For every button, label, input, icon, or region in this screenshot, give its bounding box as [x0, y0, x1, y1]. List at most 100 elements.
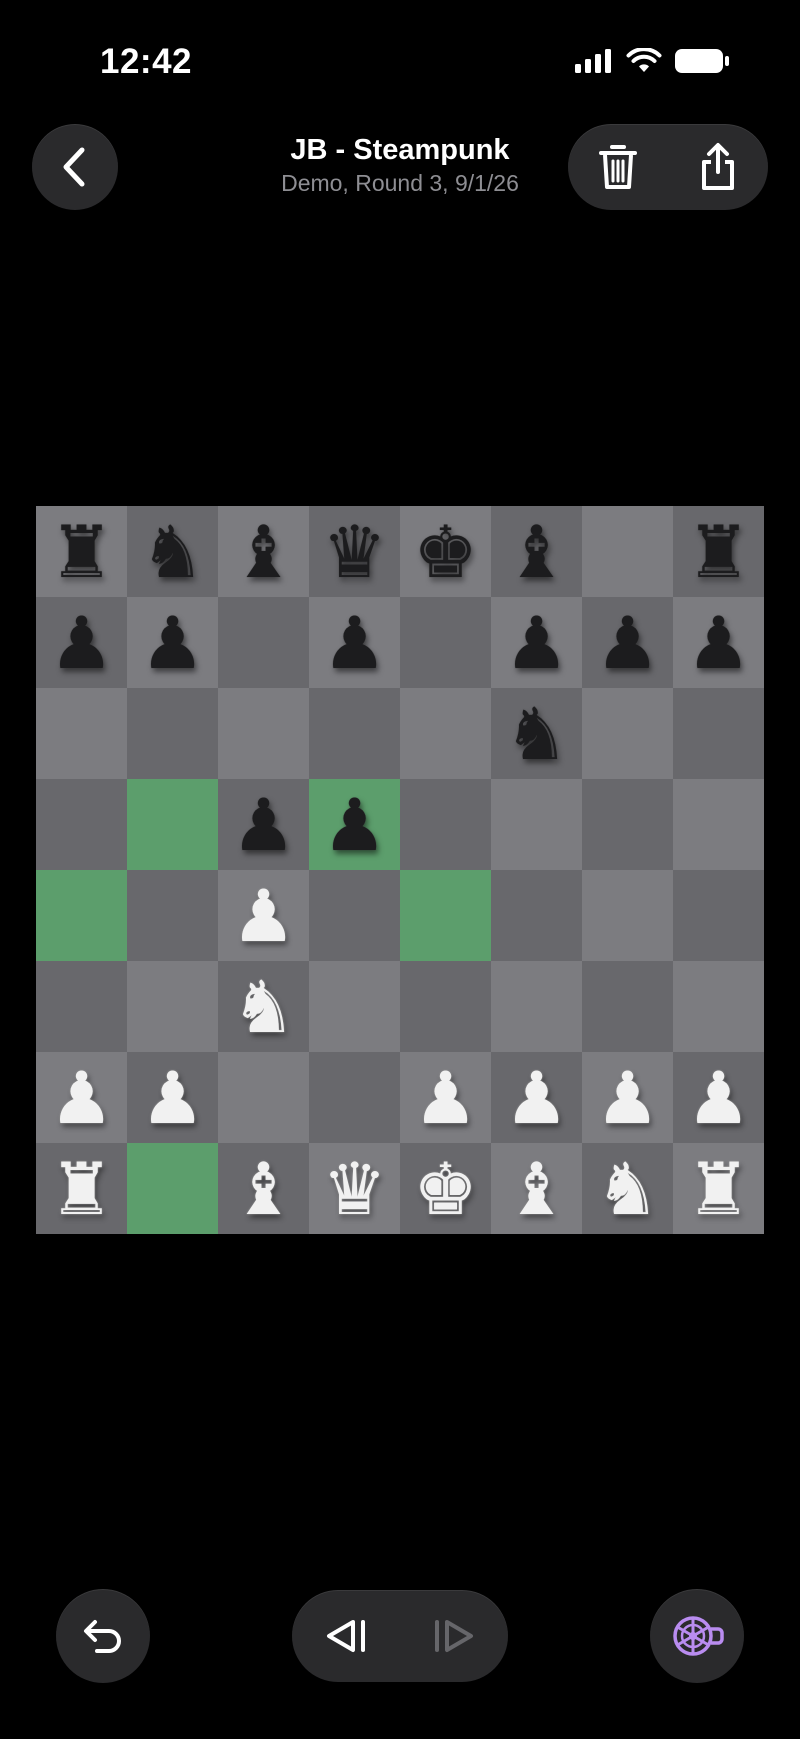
white-pawn-icon[interactable]: ♟ — [49, 1062, 114, 1134]
square-f5[interactable] — [491, 779, 582, 870]
square-e6[interactable] — [400, 688, 491, 779]
previous-move-button[interactable] — [301, 1596, 391, 1676]
square-d6[interactable] — [309, 688, 400, 779]
square-a2[interactable]: ♟ — [36, 1052, 127, 1143]
black-king-icon[interactable]: ♚ — [413, 516, 478, 588]
square-f7[interactable]: ♟ — [491, 597, 582, 688]
delete-button[interactable] — [578, 127, 658, 207]
white-knight-icon[interactable]: ♞ — [231, 971, 296, 1043]
square-f8[interactable]: ♝ — [491, 506, 582, 597]
square-f6[interactable]: ♞ — [491, 688, 582, 779]
square-h3[interactable] — [673, 961, 764, 1052]
square-c3[interactable]: ♞ — [218, 961, 309, 1052]
square-e8[interactable]: ♚ — [400, 506, 491, 597]
square-d7[interactable]: ♟ — [309, 597, 400, 688]
square-d8[interactable]: ♛ — [309, 506, 400, 597]
square-h1[interactable]: ♜ — [673, 1143, 764, 1234]
black-pawn-icon[interactable]: ♟ — [231, 789, 296, 861]
square-h2[interactable]: ♟ — [673, 1052, 764, 1143]
square-g8[interactable] — [582, 506, 673, 597]
white-rook-icon[interactable]: ♜ — [49, 1153, 114, 1225]
black-pawn-icon[interactable]: ♟ — [140, 607, 205, 679]
square-g6[interactable] — [582, 688, 673, 779]
square-f4[interactable] — [491, 870, 582, 961]
square-g4[interactable] — [582, 870, 673, 961]
black-knight-icon[interactable]: ♞ — [504, 698, 569, 770]
white-king-icon[interactable]: ♚ — [413, 1153, 478, 1225]
square-b2[interactable]: ♟ — [127, 1052, 218, 1143]
square-d3[interactable] — [309, 961, 400, 1052]
black-rook-icon[interactable]: ♜ — [49, 516, 114, 588]
square-a7[interactable]: ♟ — [36, 597, 127, 688]
square-d1[interactable]: ♛ — [309, 1143, 400, 1234]
back-button[interactable] — [32, 124, 118, 210]
black-pawn-icon[interactable]: ♟ — [49, 607, 114, 679]
square-b8[interactable]: ♞ — [127, 506, 218, 597]
white-pawn-icon[interactable]: ♟ — [686, 1062, 751, 1134]
white-rook-icon[interactable]: ♜ — [686, 1153, 751, 1225]
square-c4[interactable]: ♟ — [218, 870, 309, 961]
square-c5[interactable]: ♟ — [218, 779, 309, 870]
square-a6[interactable] — [36, 688, 127, 779]
white-pawn-icon[interactable]: ♟ — [595, 1062, 660, 1134]
square-a4[interactable] — [36, 870, 127, 961]
square-d2[interactable] — [309, 1052, 400, 1143]
square-h5[interactable] — [673, 779, 764, 870]
square-e7[interactable] — [400, 597, 491, 688]
square-g2[interactable]: ♟ — [582, 1052, 673, 1143]
square-b5[interactable] — [127, 779, 218, 870]
square-b7[interactable]: ♟ — [127, 597, 218, 688]
square-c8[interactable]: ♝ — [218, 506, 309, 597]
square-g1[interactable]: ♞ — [582, 1143, 673, 1234]
square-e3[interactable] — [400, 961, 491, 1052]
white-bishop-icon[interactable]: ♝ — [231, 1153, 296, 1225]
square-e4[interactable] — [400, 870, 491, 961]
square-h4[interactable] — [673, 870, 764, 961]
white-pawn-icon[interactable]: ♟ — [413, 1062, 478, 1134]
white-pawn-icon[interactable]: ♟ — [504, 1062, 569, 1134]
square-g3[interactable] — [582, 961, 673, 1052]
black-pawn-icon[interactable]: ♟ — [686, 607, 751, 679]
black-rook-icon[interactable]: ♜ — [686, 516, 751, 588]
square-a5[interactable] — [36, 779, 127, 870]
black-pawn-icon[interactable]: ♟ — [595, 607, 660, 679]
square-a3[interactable] — [36, 961, 127, 1052]
square-c2[interactable] — [218, 1052, 309, 1143]
black-knight-icon[interactable]: ♞ — [140, 516, 205, 588]
square-e2[interactable]: ♟ — [400, 1052, 491, 1143]
white-queen-icon[interactable]: ♛ — [322, 1153, 387, 1225]
square-a8[interactable]: ♜ — [36, 506, 127, 597]
square-d5[interactable]: ♟ — [309, 779, 400, 870]
square-g5[interactable] — [582, 779, 673, 870]
square-a1[interactable]: ♜ — [36, 1143, 127, 1234]
square-e5[interactable] — [400, 779, 491, 870]
square-h7[interactable]: ♟ — [673, 597, 764, 688]
square-b6[interactable] — [127, 688, 218, 779]
undo-button[interactable] — [56, 1589, 150, 1683]
square-f2[interactable]: ♟ — [491, 1052, 582, 1143]
black-pawn-icon[interactable]: ♟ — [504, 607, 569, 679]
next-move-button[interactable] — [409, 1596, 499, 1676]
square-b4[interactable] — [127, 870, 218, 961]
white-pawn-icon[interactable]: ♟ — [140, 1062, 205, 1134]
square-b1[interactable] — [127, 1143, 218, 1234]
square-f1[interactable]: ♝ — [491, 1143, 582, 1234]
white-pawn-icon[interactable]: ♟ — [231, 880, 296, 952]
square-c6[interactable] — [218, 688, 309, 779]
square-e1[interactable]: ♚ — [400, 1143, 491, 1234]
square-h8[interactable]: ♜ — [673, 506, 764, 597]
white-bishop-icon[interactable]: ♝ — [504, 1153, 569, 1225]
black-pawn-icon[interactable]: ♟ — [322, 607, 387, 679]
white-knight-icon[interactable]: ♞ — [595, 1153, 660, 1225]
square-h6[interactable] — [673, 688, 764, 779]
engine-button[interactable] — [650, 1589, 744, 1683]
square-d4[interactable] — [309, 870, 400, 961]
square-c1[interactable]: ♝ — [218, 1143, 309, 1234]
square-f3[interactable] — [491, 961, 582, 1052]
square-c7[interactable] — [218, 597, 309, 688]
square-g7[interactable]: ♟ — [582, 597, 673, 688]
black-bishop-icon[interactable]: ♝ — [504, 516, 569, 588]
square-b3[interactable] — [127, 961, 218, 1052]
black-bishop-icon[interactable]: ♝ — [231, 516, 296, 588]
share-button[interactable] — [678, 127, 758, 207]
